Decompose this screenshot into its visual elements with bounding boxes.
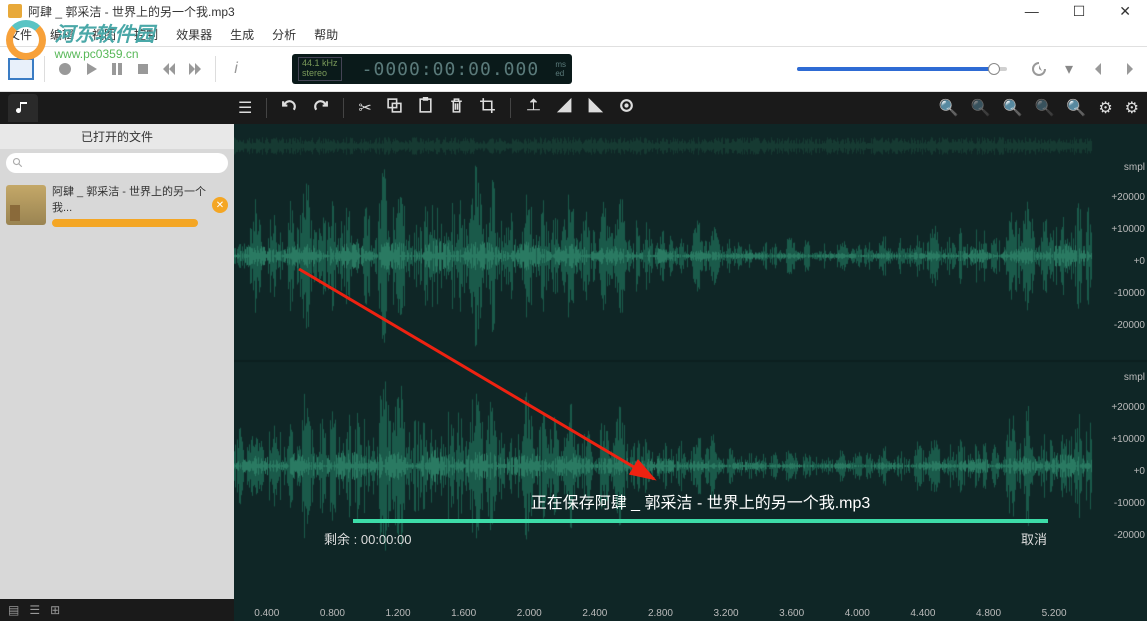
save-progress-bar xyxy=(353,519,1049,523)
menu-help[interactable]: 帮助 xyxy=(314,26,338,43)
undo-button[interactable] xyxy=(281,97,298,119)
amp-label: +20000 xyxy=(1111,402,1145,413)
time-unit: msed xyxy=(555,60,566,78)
delete-button[interactable] xyxy=(448,97,465,119)
amp-label: +10000 xyxy=(1111,434,1145,445)
copy-button[interactable] xyxy=(386,97,403,119)
window-title: 阿肆 _ 郭采洁 - 世界上的另一个我.mp3 xyxy=(28,3,1017,20)
tool-a-button[interactable]: ⚙ xyxy=(1098,98,1112,118)
menu-generate[interactable]: 生成 xyxy=(230,26,254,43)
sidebar-footer: ▤ ☰ ⊞ xyxy=(0,599,234,621)
prev-button[interactable] xyxy=(1089,59,1109,79)
record-button[interactable] xyxy=(55,59,75,79)
maximize-button[interactable]: ☐ xyxy=(1065,3,1094,20)
waveform-view[interactable]: smpl +20000 +10000 +0 -10000 -20000 smpl… xyxy=(234,124,1147,621)
menu-control[interactable]: 控制 xyxy=(134,26,158,43)
selection-tool-button[interactable] xyxy=(8,58,34,80)
play-button[interactable] xyxy=(81,59,101,79)
sidebar: 已打开的文件 阿肆 _ 郭采洁 - 世界上的另一个我... ✕ ▤ ☰ ⊞ xyxy=(0,124,234,621)
fade-in-button[interactable] xyxy=(556,97,573,119)
marker-button[interactable] xyxy=(525,97,542,119)
app-icon xyxy=(8,4,22,18)
pause-button[interactable] xyxy=(107,59,127,79)
time-display: 44.1 kHz stereo -0000:00:00.000 msed xyxy=(292,54,572,84)
forward-button[interactable] xyxy=(185,59,205,79)
close-button[interactable]: ✕ xyxy=(1111,3,1139,20)
remaining-label: 剩余 xyxy=(324,532,350,547)
paste-button[interactable] xyxy=(417,97,434,119)
amp-label: +20000 xyxy=(1111,192,1145,203)
file-name: 阿肆 _ 郭采洁 - 世界上的另一个我... xyxy=(52,183,206,215)
amp-unit-top: smpl xyxy=(1124,162,1145,173)
time-counter: -0000:00:00.000 xyxy=(350,59,552,80)
remaining-time: : 00:00:00 xyxy=(354,532,412,547)
volume-slider[interactable] xyxy=(797,67,1007,71)
zoom-fit-button[interactable]: 🔍 xyxy=(1034,98,1054,118)
main-toolbar: i 44.1 kHz stereo -0000:00:00.000 msed ▾ xyxy=(0,46,1147,92)
amp-label: -20000 xyxy=(1114,320,1145,331)
file-thumbnail xyxy=(6,185,46,225)
zoom-out-button[interactable]: 🔍 xyxy=(971,98,991,118)
menu-edit[interactable]: 编辑 xyxy=(50,26,74,43)
file-close-button[interactable]: ✕ xyxy=(212,197,228,213)
file-list-item[interactable]: 阿肆 _ 郭采洁 - 世界上的另一个我... ✕ xyxy=(0,177,234,233)
amp-unit-bottom: smpl xyxy=(1124,372,1145,383)
track-tab[interactable] xyxy=(8,94,38,122)
amp-label: -10000 xyxy=(1114,498,1145,509)
hamburger-icon[interactable]: ☰ xyxy=(238,98,252,118)
rewind-button[interactable] xyxy=(159,59,179,79)
menu-file[interactable]: 文件 xyxy=(8,26,32,43)
zoom-vertical-button[interactable]: 🔍 xyxy=(1066,98,1086,118)
menu-bar: 文件 编辑 视图 控制 效果器 生成 分析 帮助 xyxy=(0,22,1147,46)
save-status-text: 正在保存阿肆 _ 郭采洁 - 世界上的另一个我.mp3 xyxy=(314,489,1087,513)
info-button[interactable]: i xyxy=(226,59,246,79)
stop-button[interactable] xyxy=(133,59,153,79)
save-progress-overlay: 正在保存阿肆 _ 郭采洁 - 世界上的另一个我.mp3 剩余 : 00:00:0… xyxy=(314,489,1087,548)
title-bar: 阿肆 _ 郭采洁 - 世界上的另一个我.mp3 — ☐ ✕ xyxy=(0,0,1147,22)
sidebar-heading: 已打开的文件 xyxy=(0,124,234,149)
amp-label: +0 xyxy=(1134,466,1145,477)
view-mode-b-icon[interactable]: ☰ xyxy=(29,603,40,617)
amp-label: +10000 xyxy=(1111,224,1145,235)
time-scale: 0.4000.8001.200 1.6002.0002.400 2.8003.2… xyxy=(234,608,1087,619)
cut-button[interactable]: ✂ xyxy=(358,98,371,118)
amp-label: -20000 xyxy=(1114,530,1145,541)
menu-effects[interactable]: 效果器 xyxy=(176,26,212,43)
amp-label: -10000 xyxy=(1114,288,1145,299)
tool-b-button[interactable]: ⚙ xyxy=(1125,98,1139,118)
search-input[interactable] xyxy=(6,153,228,173)
view-mode-c-icon[interactable]: ⊞ xyxy=(50,603,60,617)
minimize-button[interactable]: — xyxy=(1017,3,1047,20)
edit-toolbar: ☰ ✂ 🔍 🔍 🔍 🔍 🔍 ⚙ ⚙ xyxy=(0,92,1147,124)
view-mode-a-icon[interactable]: ▤ xyxy=(8,603,19,617)
dropdown-icon[interactable]: ▾ xyxy=(1059,59,1079,79)
redo-button[interactable] xyxy=(312,97,329,119)
menu-view[interactable]: 视图 xyxy=(92,26,116,43)
cancel-button[interactable]: 取消 xyxy=(1021,529,1047,548)
file-progress xyxy=(52,219,198,227)
zoom-in-button[interactable]: 🔍 xyxy=(939,98,959,118)
next-button[interactable] xyxy=(1119,59,1139,79)
amp-label: +0 xyxy=(1134,256,1145,267)
fade-out-button[interactable] xyxy=(587,97,604,119)
menu-analyze[interactable]: 分析 xyxy=(272,26,296,43)
channel-mode: stereo xyxy=(302,69,338,79)
loop-button[interactable] xyxy=(618,97,635,119)
zoom-selection-button[interactable]: 🔍 xyxy=(1003,98,1023,118)
history-button[interactable] xyxy=(1029,59,1049,79)
crop-button[interactable] xyxy=(479,97,496,119)
